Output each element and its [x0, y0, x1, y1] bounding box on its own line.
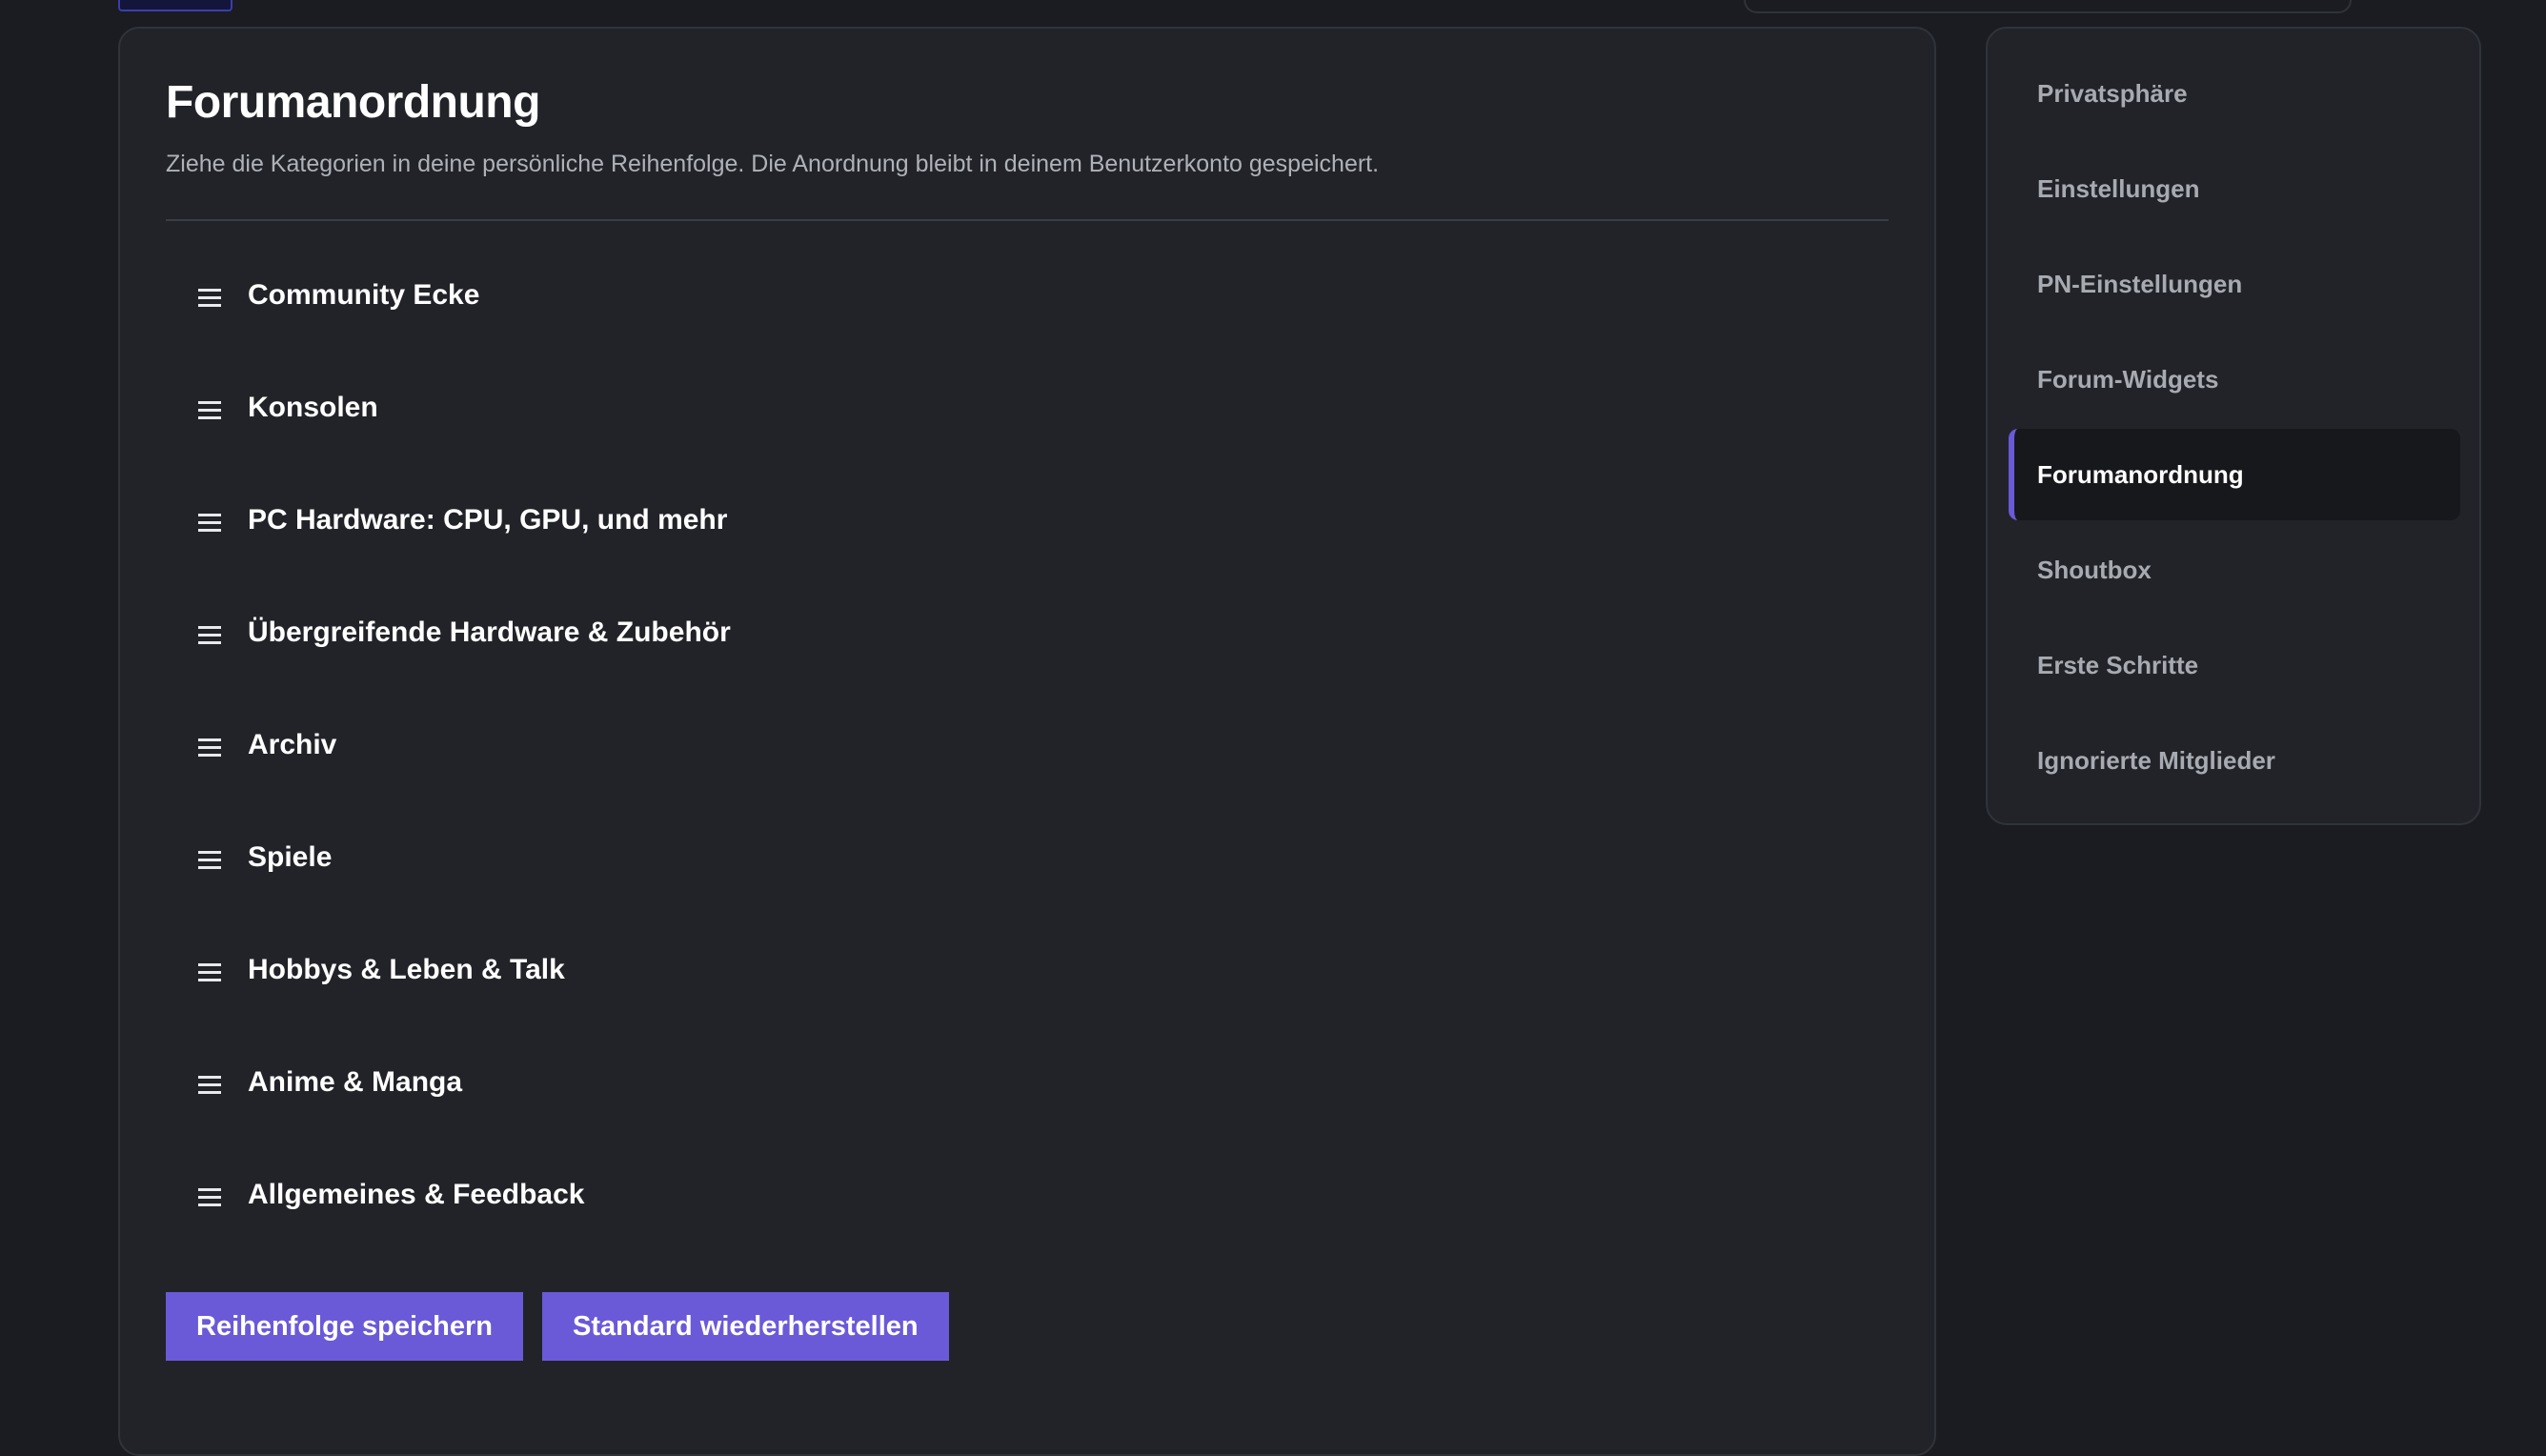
category-label: Allgemeines & Feedback — [248, 1179, 585, 1210]
drag-handle-icon[interactable] — [166, 1178, 248, 1208]
category-item[interactable]: Anime & Manga — [166, 1065, 1889, 1178]
save-order-button[interactable]: Reihenfolge speichern — [166, 1292, 524, 1361]
sidebar-item-pn-einstellungen[interactable]: PN-Einstellungen — [2009, 238, 2460, 330]
header-search-bar[interactable] — [1744, 0, 2352, 13]
sidebar-item-privatsphaere[interactable]: Privatsphäre — [2009, 48, 2460, 139]
category-item[interactable]: Hobbys & Leben & Talk — [166, 953, 1889, 1065]
settings-sidebar: Privatsphäre Einstellungen PN-Einstellun… — [1986, 27, 2481, 825]
sidebar-item-einstellungen[interactable]: Einstellungen — [2009, 143, 2460, 234]
category-label: Spiele — [248, 841, 333, 873]
sidebar-item-forum-widgets[interactable]: Forum-Widgets — [2009, 334, 2460, 425]
sidebar-item-forumanordnung[interactable]: Forumanordnung — [2009, 429, 2460, 520]
site-logo[interactable] — [118, 0, 232, 11]
main-panel: Forumanordnung Ziehe die Kategorien in d… — [118, 27, 1936, 1456]
category-item[interactable]: Archiv — [166, 728, 1889, 840]
sidebar-item-erste-schritte[interactable]: Erste Schritte — [2009, 619, 2460, 711]
drag-handle-icon[interactable] — [166, 278, 248, 309]
category-label: PC Hardware: CPU, GPU, und mehr — [248, 504, 728, 536]
drag-handle-icon[interactable] — [166, 728, 248, 758]
category-item[interactable]: Spiele — [166, 840, 1889, 953]
category-label: Konsolen — [248, 392, 378, 423]
drag-handle-icon[interactable] — [166, 616, 248, 646]
category-label: Archiv — [248, 729, 337, 760]
category-label: Hobbys & Leben & Talk — [248, 954, 565, 985]
page-title: Forumanordnung — [166, 77, 540, 128]
category-item[interactable]: Übergreifende Hardware & Zubehör — [166, 616, 1889, 728]
drag-handle-icon[interactable] — [166, 1065, 248, 1096]
sidebar-item-shoutbox[interactable]: Shoutbox — [2009, 524, 2460, 616]
page-description: Ziehe die Kategorien in deine persönlich… — [166, 151, 1380, 177]
drag-handle-icon[interactable] — [166, 953, 248, 983]
category-item[interactable]: Konsolen — [166, 391, 1889, 503]
category-list: Community Ecke Konsolen PC Hardware: CPU… — [166, 278, 1889, 1290]
drag-handle-icon[interactable] — [166, 503, 248, 534]
sidebar-nav-list: Privatsphäre Einstellungen PN-Einstellun… — [2009, 48, 2460, 810]
category-item[interactable]: Allgemeines & Feedback — [166, 1178, 1889, 1290]
action-buttons: Reihenfolge speichern Standard wiederher… — [166, 1292, 949, 1361]
category-item[interactable]: PC Hardware: CPU, GPU, und mehr — [166, 503, 1889, 616]
sidebar-item-ignorierte-mitglieder[interactable]: Ignorierte Mitglieder — [2009, 715, 2460, 806]
category-label: Anime & Manga — [248, 1066, 463, 1098]
category-item[interactable]: Community Ecke — [166, 278, 1889, 391]
category-label: Übergreifende Hardware & Zubehör — [248, 617, 731, 648]
drag-handle-icon[interactable] — [166, 391, 248, 421]
divider — [166, 219, 1889, 221]
restore-default-button[interactable]: Standard wiederherstellen — [542, 1292, 949, 1361]
category-label: Community Ecke — [248, 279, 480, 311]
drag-handle-icon[interactable] — [166, 840, 248, 871]
